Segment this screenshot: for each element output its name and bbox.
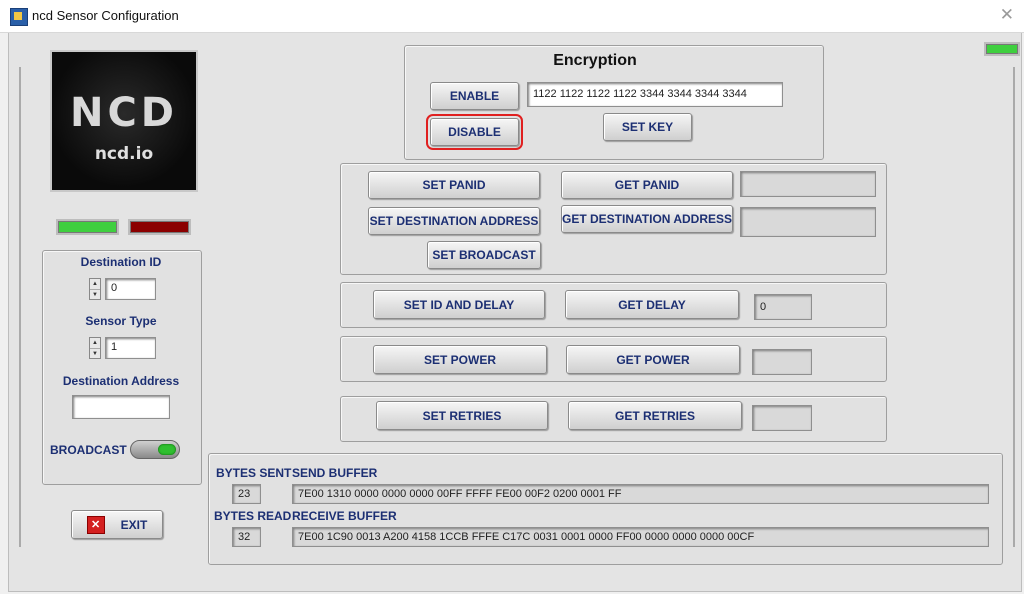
get-destination-address-button[interactable]: GET DESTINATION ADDRESS	[561, 205, 733, 233]
enable-encryption-button[interactable]: ENABLE	[430, 82, 519, 110]
destination-id-spinner[interactable]: ▲ ▼	[89, 278, 101, 300]
set-broadcast-button[interactable]: SET BROADCAST	[427, 241, 541, 269]
sensor-type-label: Sensor Type	[85, 314, 157, 328]
app-icon	[10, 8, 28, 26]
send-buffer-field: 7E00 1310 0000 0000 0000 00FF FFFF FE00 …	[292, 484, 989, 504]
title-bar: ncd Sensor Configuration ✕	[0, 0, 1024, 33]
logo: NCD ncd.io	[50, 50, 198, 192]
delay-field: 0	[754, 294, 812, 320]
close-icon[interactable]: ✕	[1000, 5, 1014, 25]
window-title: ncd Sensor Configuration	[32, 8, 179, 23]
get-panid-button[interactable]: GET PANID	[561, 171, 733, 199]
get-power-button[interactable]: GET POWER	[566, 345, 740, 374]
bytes-read-field: 32	[232, 527, 261, 547]
destination-address-input[interactable]	[72, 395, 170, 419]
status-led-green	[56, 219, 119, 235]
decrement-icon[interactable]: ▼	[90, 290, 100, 300]
panid-field	[740, 171, 876, 197]
broadcast-toggle-led	[158, 444, 176, 455]
logo-wordmark: NCD	[69, 90, 179, 136]
receive-buffer-label: RECEIVE BUFFER	[292, 509, 397, 523]
destination-address-field	[740, 207, 876, 237]
receive-buffer-field: 7E00 1C90 0013 A200 4158 1CCB FFFE C17C …	[292, 527, 989, 547]
set-panid-button[interactable]: SET PANID	[368, 171, 540, 199]
set-id-and-delay-button[interactable]: SET ID AND DELAY	[373, 290, 545, 319]
main-panel: NCD ncd.io Destination ID ▲ ▼ 0 Sensor Ty…	[8, 33, 1022, 592]
get-retries-button[interactable]: GET RETRIES	[568, 401, 742, 430]
power-field	[752, 349, 812, 375]
exit-label: EXIT	[120, 517, 148, 532]
bytes-sent-label: BYTES SENT	[216, 466, 292, 480]
retries-field	[752, 405, 812, 431]
set-key-button[interactable]: SET KEY	[603, 113, 692, 141]
send-buffer-label: SEND BUFFER	[292, 466, 378, 480]
increment-icon[interactable]: ▲	[90, 279, 100, 290]
set-destination-address-button[interactable]: SET DESTINATION ADDRESS	[368, 207, 540, 235]
disable-encryption-button[interactable]: DISABLE	[426, 114, 523, 150]
set-retries-button[interactable]: SET RETRIES	[376, 401, 548, 430]
logo-site: ncd.io	[94, 144, 154, 164]
bytes-sent-field: 23	[232, 484, 261, 504]
left-divider	[19, 67, 21, 547]
get-delay-button[interactable]: GET DELAY	[565, 290, 739, 319]
close-icon: ✕	[86, 515, 105, 534]
status-led-red	[128, 219, 191, 235]
exit-button[interactable]: ✕ EXIT	[71, 510, 163, 539]
encryption-title: Encryption	[553, 52, 637, 69]
destination-id-input[interactable]: 0	[105, 278, 156, 300]
broadcast-toggle[interactable]	[130, 440, 180, 459]
broadcast-label: BROADCAST	[50, 443, 127, 457]
status-led-top-right	[984, 42, 1020, 56]
set-power-button[interactable]: SET POWER	[373, 345, 547, 374]
right-divider	[1013, 67, 1015, 547]
sensor-type-input[interactable]: 1	[105, 337, 156, 359]
encryption-key-input[interactable]: 1122 1122 1122 1122 3344 3344 3344 3344	[527, 82, 783, 107]
destination-id-label: Destination ID	[80, 255, 162, 269]
decrement-icon[interactable]: ▼	[90, 349, 100, 359]
increment-icon[interactable]: ▲	[90, 338, 100, 349]
destination-address-label: Destination Address	[62, 374, 180, 388]
bytes-read-label: BYTES READ	[214, 509, 292, 523]
sensor-type-spinner[interactable]: ▲ ▼	[89, 337, 101, 359]
